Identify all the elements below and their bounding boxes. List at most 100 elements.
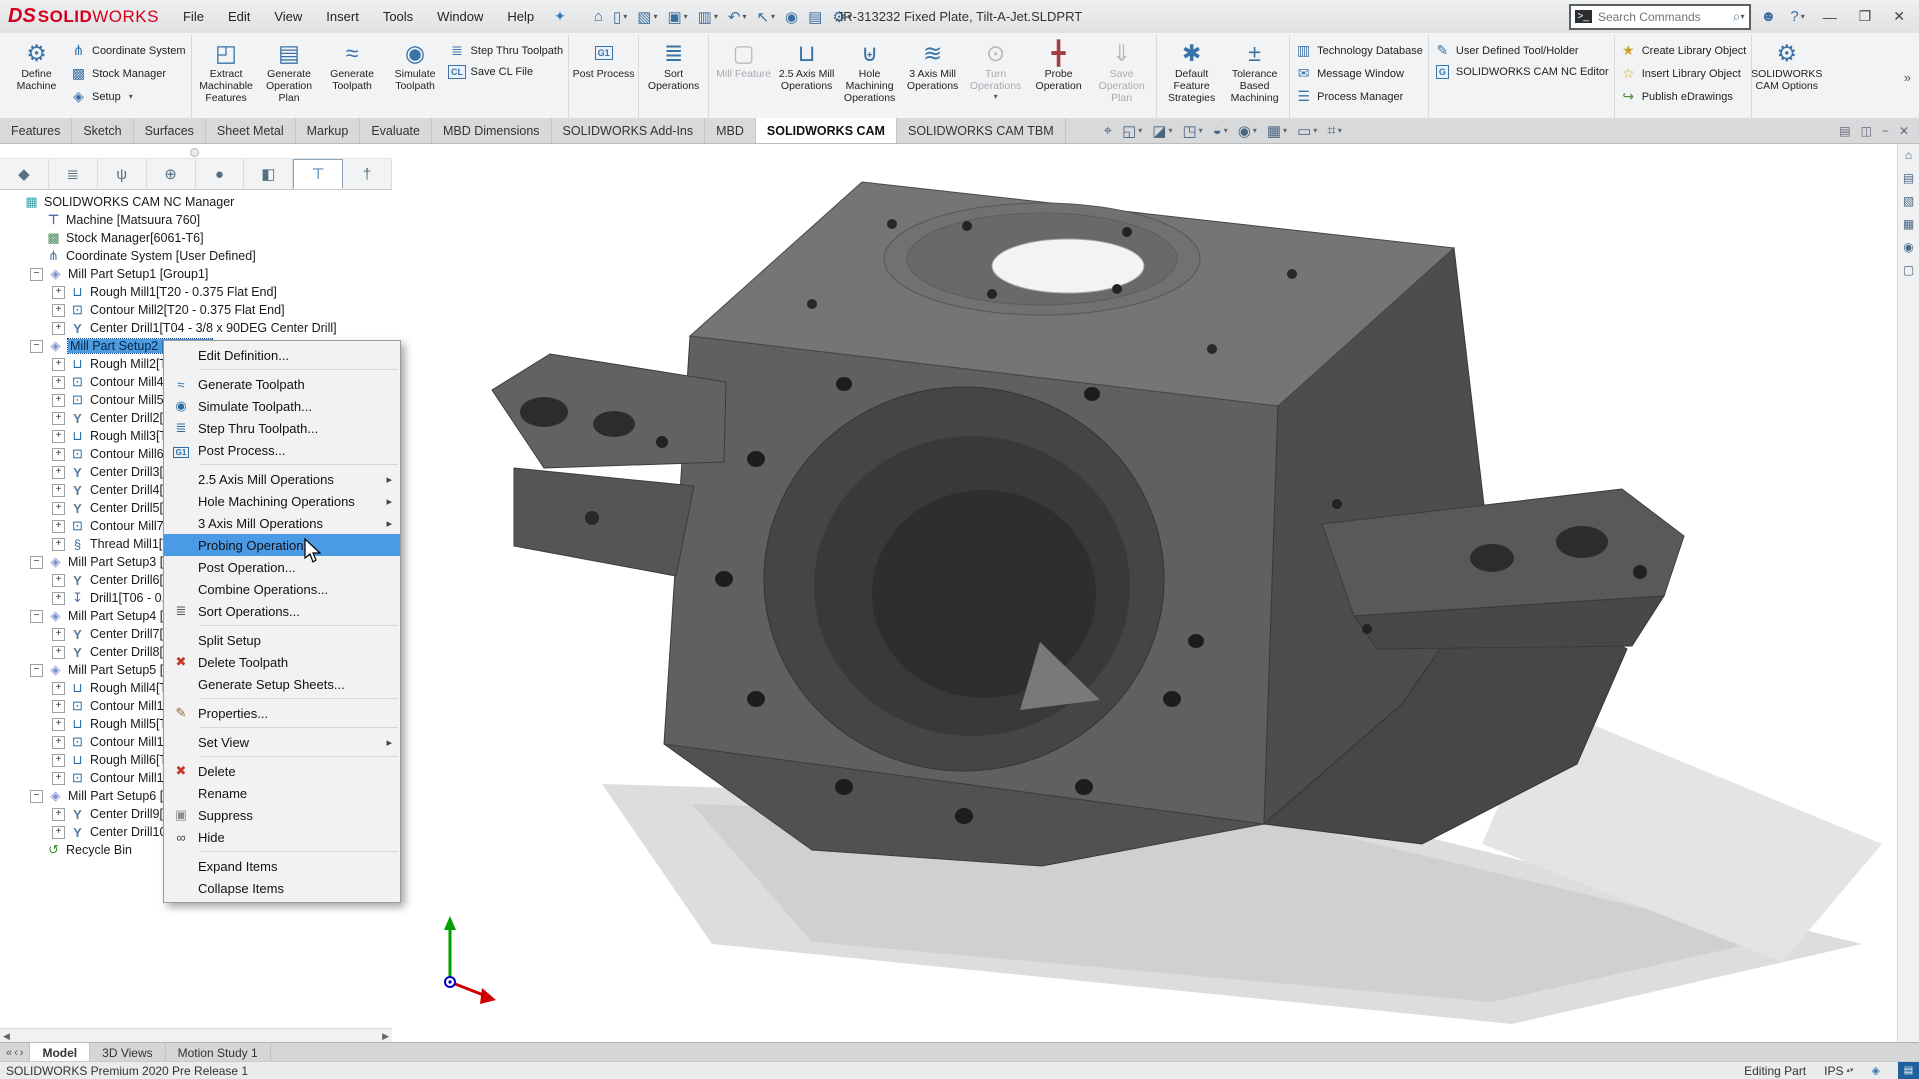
manager-pane-tab-cam-feature-tree[interactable]: ◧ xyxy=(244,159,293,189)
context-menu-item[interactable]: Probing Operation... xyxy=(164,534,400,556)
tag-icon[interactable]: ◈ xyxy=(1872,1064,1880,1077)
command-tab[interactable]: SOLIDWORKS CAM TBM xyxy=(897,118,1066,143)
tab-nav-arrow[interactable]: › xyxy=(20,1047,24,1059)
view-toolbar-icon-view-settings[interactable]: ⌗▾ xyxy=(1327,122,1341,139)
quick-access-button-rebuild[interactable]: ◉▾ xyxy=(781,6,802,28)
context-menu-item[interactable]: Delete xyxy=(164,760,400,782)
minimize-button[interactable]: — xyxy=(1815,7,1845,27)
context-menu-item[interactable]: Post Process... xyxy=(164,439,400,461)
tree-expander[interactable]: − xyxy=(30,664,43,677)
quick-access-button-print[interactable]: ▥▾ xyxy=(694,6,722,28)
view-toolbar-icon-edit-appearance[interactable]: ▦▾ xyxy=(1267,122,1287,140)
context-menu-item[interactable]: 2.5 Axis Mill Operations xyxy=(164,468,400,490)
ribbon-big-button[interactable]: SOLIDWORKS CAM Options xyxy=(1755,36,1818,92)
menu-item[interactable]: Edit xyxy=(218,5,260,28)
tree-item[interactable]: + Contour Mill2[T20 - 0.375 Flat End] xyxy=(0,301,392,319)
search-icon[interactable]: ⌕ xyxy=(1733,8,1741,25)
ribbon-big-button[interactable]: Default Feature Strategies xyxy=(1160,36,1223,104)
ribbon-small-button[interactable]: Save CL File xyxy=(449,65,564,79)
ribbon-big-button[interactable]: Probe Operation xyxy=(1027,36,1090,104)
web-help-icon[interactable]: ▤ xyxy=(1898,1062,1919,1079)
tab-strip-icon-close-pane[interactable]: ✕ xyxy=(1899,124,1909,138)
manager-pane-tab-dimxpertmanager[interactable]: ⊕ xyxy=(147,159,196,189)
context-menu-item[interactable]: Rename xyxy=(164,782,400,804)
ribbon-big-button[interactable]: 2.5 Axis Mill Operations xyxy=(775,36,838,104)
task-pane-icon-solidworks-resources[interactable]: ⌂ xyxy=(1905,148,1912,162)
ribbon-big-button[interactable]: Tolerance Based Machining xyxy=(1223,36,1286,104)
ribbon-big-button[interactable]: Extract Machinable Features xyxy=(195,36,258,104)
context-menu-item[interactable]: Properties... xyxy=(164,702,400,724)
context-menu-item[interactable]: Suppress xyxy=(164,804,400,826)
tab-strip-icon-collapse-ribbon[interactable]: − xyxy=(1882,124,1889,138)
restore-button[interactable]: ❐ xyxy=(1851,6,1880,27)
context-menu-item[interactable] xyxy=(200,756,398,757)
model-tab[interactable]: 3D Views xyxy=(90,1043,165,1062)
context-menu-item[interactable] xyxy=(200,369,398,370)
manager-pane-tab-featuremanager-tree[interactable]: ◆ xyxy=(0,159,49,189)
view-toolbar-icon-apply-scene[interactable]: ▭▾ xyxy=(1297,122,1317,140)
view-toolbar-icon-hide-show-items[interactable]: ◉▾ xyxy=(1238,122,1257,140)
tree-expander[interactable]: + xyxy=(52,538,65,551)
search-commands-box[interactable]: >_ ⌕ ▾ xyxy=(1569,4,1751,30)
ribbon-small-button[interactable]: User Defined Tool/Holder xyxy=(1434,42,1609,59)
context-menu-item[interactable] xyxy=(200,625,398,626)
context-menu-item[interactable] xyxy=(200,851,398,852)
model-tab[interactable]: Motion Study 1 xyxy=(166,1043,271,1062)
help-button[interactable]: ?▾ xyxy=(1786,6,1808,27)
context-menu-item[interactable]: Hole Machining Operations xyxy=(164,490,400,512)
ribbon-small-button[interactable]: Message Window xyxy=(1295,65,1423,82)
context-menu-item[interactable]: Set View xyxy=(164,731,400,753)
tree-expander[interactable] xyxy=(30,233,41,244)
context-menu-item[interactable]: Post Operation... xyxy=(164,556,400,578)
tree-expander[interactable]: + xyxy=(52,808,65,821)
graphics-viewport[interactable] xyxy=(392,144,1898,1043)
manager-pane-tab-displaymanager[interactable]: ● xyxy=(196,159,245,189)
command-tab[interactable]: Features xyxy=(0,118,72,143)
tree-expander[interactable]: + xyxy=(52,286,65,299)
tree-item[interactable]: SOLIDWORKS CAM NC Manager xyxy=(0,193,392,211)
tree-expander[interactable] xyxy=(30,215,41,226)
ribbon-big-button[interactable]: 3 Axis Mill Operations xyxy=(901,36,964,104)
command-tab[interactable]: Markup xyxy=(296,118,361,143)
menu-item[interactable]: View xyxy=(264,5,312,28)
context-menu-item[interactable]: 3 Axis Mill Operations xyxy=(164,512,400,534)
quick-access-button-select[interactable]: ↖▾ xyxy=(752,6,779,28)
tree-expander[interactable]: + xyxy=(52,502,65,515)
manager-pane-tab-configurationmanager[interactable]: ψ xyxy=(98,159,147,189)
view-toolbar-icon-zoom-fit[interactable]: ⌖▾ xyxy=(1104,122,1112,139)
view-toolbar-icon-view-orientation[interactable]: ◳▾ xyxy=(1182,122,1202,140)
context-menu-item[interactable]: Edit Definition... xyxy=(164,344,400,366)
model-tab[interactable]: Model xyxy=(30,1043,90,1062)
context-menu-item[interactable]: Split Setup xyxy=(164,629,400,651)
tree-expander[interactable]: + xyxy=(52,466,65,479)
tree-expander[interactable]: + xyxy=(52,772,65,785)
tree-expander[interactable]: + xyxy=(52,754,65,767)
tree-item[interactable]: + Rough Mill1[T20 - 0.375 Flat End] xyxy=(0,283,392,301)
tree-expander[interactable]: − xyxy=(30,610,43,623)
quick-access-button-undo[interactable]: ↶▾ xyxy=(724,6,751,28)
tab-nav-arrow[interactable]: « xyxy=(6,1047,12,1059)
tree-horizontal-scrollbar[interactable]: ◀ ▶ xyxy=(0,1028,392,1043)
command-tab[interactable]: SOLIDWORKS Add-Ins xyxy=(552,118,706,143)
tree-expander[interactable]: + xyxy=(52,484,65,497)
ribbon-small-button[interactable]: Setup xyxy=(70,88,186,105)
command-tab[interactable]: Evaluate xyxy=(360,118,432,143)
command-tab[interactable]: MBD xyxy=(705,118,756,143)
search-input[interactable] xyxy=(1596,9,1733,25)
panel-splitter-handle[interactable] xyxy=(190,148,199,157)
tree-expander[interactable]: + xyxy=(52,376,65,389)
context-menu-item[interactable]: Step Thru Toolpath... xyxy=(164,417,400,439)
view-toolbar-icon-zoom-area[interactable]: ◱▾ xyxy=(1122,122,1142,140)
context-menu-item[interactable]: Expand Items xyxy=(164,855,400,877)
tree-expander[interactable]: + xyxy=(52,574,65,587)
menu-item[interactable]: Tools xyxy=(373,5,423,28)
context-menu-item[interactable] xyxy=(200,464,398,465)
tree-expander[interactable]: + xyxy=(52,394,65,407)
task-pane-icon-design-library[interactable]: ▤ xyxy=(1903,171,1914,185)
quick-access-button-home[interactable]: ⌂▾ xyxy=(590,6,607,27)
tree-expander[interactable]: + xyxy=(52,358,65,371)
scroll-right-arrow[interactable]: ▶ xyxy=(382,1031,389,1042)
quick-access-button-options[interactable]: ⚙▾ xyxy=(828,6,855,28)
menu-item[interactable]: Help xyxy=(497,5,544,28)
menu-item[interactable]: Insert xyxy=(316,5,369,28)
